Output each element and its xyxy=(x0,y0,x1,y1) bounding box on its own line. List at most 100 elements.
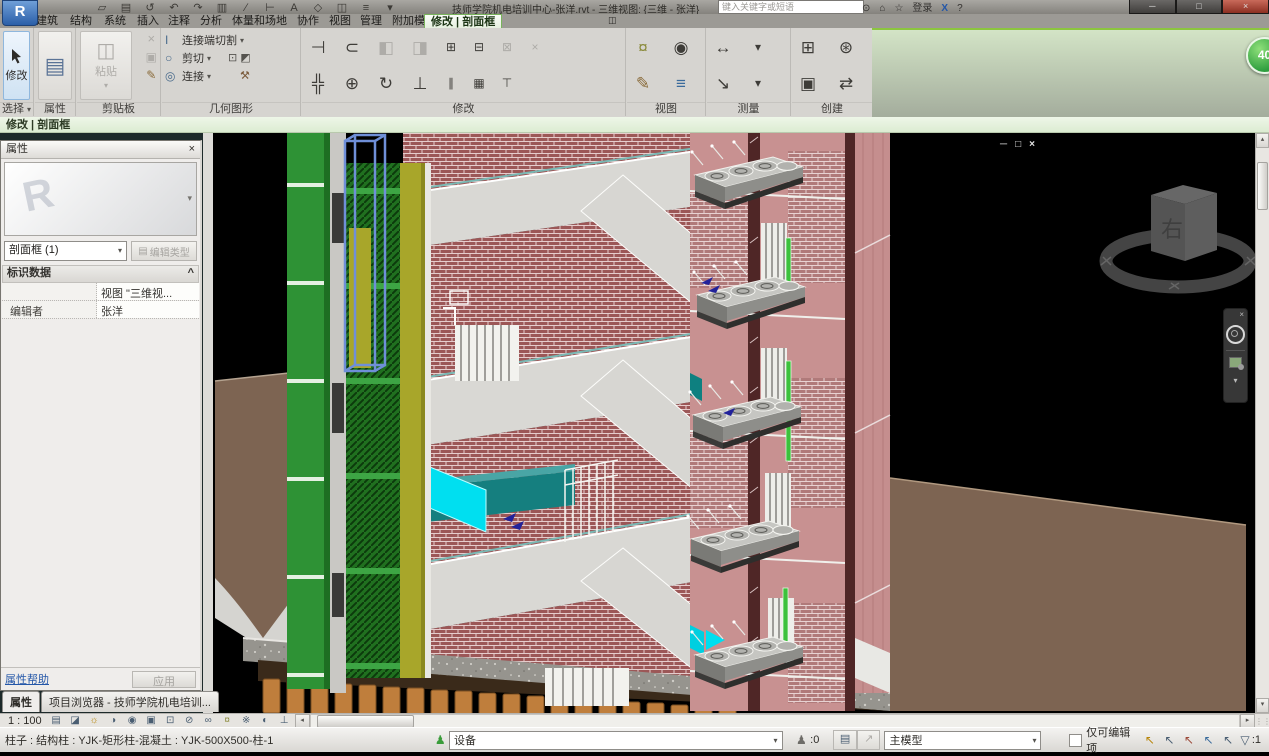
type-selector[interactable]: 剖面框 (1) ▾ xyxy=(4,241,127,261)
design-option-select[interactable]: 主模型 ▾ xyxy=(884,731,1041,750)
view-lightbulb-icon[interactable]: ¤ xyxy=(631,32,655,66)
constraints-icon[interactable]: ⊥ xyxy=(278,716,291,726)
measure-dropdown-icon[interactable]: ▾ xyxy=(749,32,767,66)
ribbon-display-toggle-icon[interactable]: ◫ xyxy=(608,15,617,26)
create-group-icon[interactable]: ⊞ xyxy=(796,32,820,66)
align-icon[interactable]: ⊣ xyxy=(306,32,330,66)
exchange-apps-icon[interactable]: X xyxy=(941,4,948,14)
model-canvas[interactable]: 右 xyxy=(203,133,1256,713)
sun-path-icon[interactable]: ☼ xyxy=(88,716,101,726)
select-pinned-icon[interactable]: ↖ xyxy=(1179,733,1199,747)
tab-insert[interactable]: 插入 xyxy=(131,14,165,28)
design-options-icon[interactable]: ▤ xyxy=(833,730,857,750)
edited-by-value[interactable]: 张洋 xyxy=(97,301,199,318)
select-link-icon[interactable]: ↖ xyxy=(1140,733,1160,747)
view-close-icon[interactable]: × xyxy=(1029,139,1035,150)
properties-title-bar[interactable]: 属性 × xyxy=(1,141,200,159)
paint-brush-icon[interactable]: ✎ xyxy=(631,68,655,102)
steering-wheel-icon[interactable] xyxy=(1226,325,1245,344)
navbar-close-icon[interactable]: × xyxy=(1224,309,1247,319)
properties-toggle-button[interactable]: ▤ xyxy=(38,31,72,100)
qat-dropdown-icon[interactable]: ▾ xyxy=(383,3,397,14)
measure-icon[interactable]: ∕ xyxy=(239,3,253,14)
save-icon[interactable]: ▤ xyxy=(119,3,133,14)
add-to-set-icon[interactable]: ↗ xyxy=(857,730,881,750)
workset-value[interactable]: 视图 "三维视... xyxy=(97,283,199,300)
temporary-hide-icon[interactable]: ∞ xyxy=(202,716,215,726)
render-icon[interactable]: ◉ xyxy=(669,32,693,66)
application-menu-button[interactable]: R xyxy=(2,0,38,26)
mirror-draw-axis-icon[interactable]: ◨ xyxy=(408,32,432,66)
visual-style-icon[interactable]: ◪ xyxy=(69,716,82,726)
3d-view-icon[interactable]: ◇ xyxy=(311,3,325,14)
preview-dropdown-icon[interactable]: ▾ xyxy=(187,193,192,204)
view-minimize-icon[interactable]: ─ xyxy=(1000,139,1007,150)
show-crop-icon[interactable]: ⊡ xyxy=(164,716,177,726)
cut-icon[interactable]: × xyxy=(146,32,157,45)
property-row-workset[interactable]: 视图 "三维视... xyxy=(2,283,199,301)
tab-annotate[interactable]: 注释 xyxy=(162,14,196,28)
drag-on-selection-icon[interactable]: ↖ xyxy=(1219,733,1239,747)
edit-type-button[interactable]: ▤ 编辑类型 xyxy=(131,241,197,261)
vscroll-thumb[interactable] xyxy=(1257,162,1268,210)
trim-extend-icon[interactable]: ∥ xyxy=(442,68,460,102)
tab-manage[interactable]: 管理 xyxy=(354,14,388,28)
panel-label-select[interactable]: 选择 ▾ xyxy=(0,102,33,116)
split-face-icon[interactable]: ◩ xyxy=(240,53,250,64)
navbar-expand-icon[interactable]: ▾ xyxy=(1224,376,1247,385)
lock-view-icon[interactable]: ⊘ xyxy=(183,716,196,726)
resize-grip-icon[interactable]: ⋮⋮ xyxy=(1255,717,1269,726)
design-option-arrow-icon[interactable]: ▾ xyxy=(1032,736,1036,745)
search-icon[interactable]: ⊙ xyxy=(862,4,870,14)
create-parts-icon[interactable]: ▣ xyxy=(796,68,820,102)
select-by-face-icon[interactable]: ↖ xyxy=(1199,733,1219,747)
scale-icon[interactable]: ▦ xyxy=(470,68,488,102)
tab-project-browser[interactable]: 项目浏览器 - 技师学院机电培训... xyxy=(41,691,219,712)
print-icon[interactable]: ▥ xyxy=(215,3,229,14)
apply-button[interactable]: 应用 xyxy=(132,671,196,688)
properties-help-link[interactable]: 属性帮助 xyxy=(5,671,49,687)
scale-button[interactable]: 1 : 100 xyxy=(0,715,50,727)
sign-in-label[interactable]: 登录 xyxy=(912,4,932,14)
maximize-button[interactable]: □ xyxy=(1176,0,1223,14)
move-icon[interactable]: ╬ xyxy=(306,68,330,102)
redo-icon[interactable]: ↷ xyxy=(191,3,205,14)
worksets-icon[interactable]: ♟ xyxy=(431,733,449,747)
tab-view[interactable]: 视图 xyxy=(323,14,357,28)
override-graphics-icon[interactable]: ≡ xyxy=(669,68,693,102)
trim-corner-icon[interactable]: ⊥ xyxy=(408,68,432,102)
tab-analyze[interactable]: 分析 xyxy=(194,14,228,28)
sync-icon[interactable]: ↺ xyxy=(143,3,157,14)
measure-between-icon[interactable]: ↘ xyxy=(711,68,735,102)
dimension-dropdown-icon[interactable]: ▾ xyxy=(749,68,767,102)
filter-icon[interactable]: ▽ xyxy=(1238,733,1252,747)
shadows-icon[interactable]: ◑ xyxy=(107,716,120,726)
scroll-up-icon[interactable]: ▴ xyxy=(1256,133,1269,148)
minimize-button[interactable]: ─ xyxy=(1129,0,1176,14)
property-row-edited-by[interactable]: 编辑者 张洋 xyxy=(2,301,199,319)
tab-modify-section-box[interactable]: 修改 | 剖面框 xyxy=(424,14,502,29)
beam-cope-tool[interactable]: I连接端切割▾ xyxy=(162,31,300,49)
editing-requests-icon[interactable]: ♟ xyxy=(793,733,811,747)
tab-collaborate[interactable]: 协作 xyxy=(291,14,325,28)
text-icon[interactable]: A xyxy=(287,3,301,14)
navigation-bar[interactable]: × ▾ xyxy=(1223,308,1248,403)
undo-icon[interactable]: ↶ xyxy=(167,3,181,14)
tab-systems[interactable]: 系统 xyxy=(98,14,132,28)
tab-structure[interactable]: 结构 xyxy=(64,14,98,28)
paste-button[interactable]: ◫ 粘贴 ▾ xyxy=(80,31,132,100)
view-restore-icon[interactable]: □ xyxy=(1015,139,1021,150)
thin-lines-icon[interactable]: ≡ xyxy=(359,3,373,14)
render-dialog-icon[interactable]: ◉ xyxy=(126,716,139,726)
match-type-icon[interactable]: ✎ xyxy=(146,69,157,81)
favorites-icon[interactable]: ☆ xyxy=(894,4,903,14)
unpin-icon[interactable]: ⊠ xyxy=(498,32,516,66)
offset-icon[interactable]: ⊂ xyxy=(340,32,364,66)
close-button[interactable]: × xyxy=(1222,0,1269,14)
vertical-scrollbar[interactable]: ▴ ▾ xyxy=(1255,133,1269,713)
section-icon[interactable]: ◫ xyxy=(335,3,349,14)
copy-icon[interactable]: ▣ xyxy=(146,51,157,63)
modify-tool-button[interactable]: 修改 xyxy=(3,31,30,100)
home-icon[interactable]: ⌂ xyxy=(879,4,885,14)
detail-level-icon[interactable]: ▤ xyxy=(50,716,63,726)
